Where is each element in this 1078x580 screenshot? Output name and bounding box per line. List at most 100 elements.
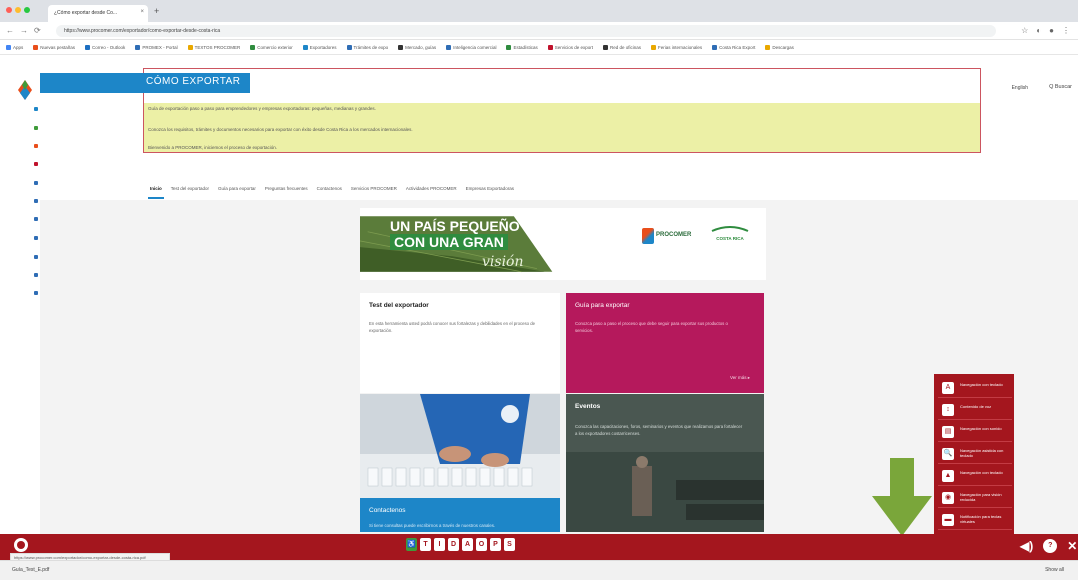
accessibility-menu-item[interactable]: ▤ Navegación con sonido	[938, 422, 1012, 442]
card-eventos[interactable]: Eventos Conozca las capacitaciones, foro…	[566, 394, 764, 532]
nav-item[interactable]: Preguntas frecuentes	[265, 186, 308, 191]
search-button[interactable]: Q Buscar	[1049, 84, 1072, 90]
accessibility-tool-button[interactable]: S	[504, 538, 515, 551]
bookmark-star-icon[interactable]: ☆	[1021, 26, 1028, 35]
rail-item-10[interactable]	[34, 273, 38, 277]
bookmark-item[interactable]: Comercio exterior	[250, 44, 293, 50]
procomer-mark-icon	[642, 228, 654, 244]
procomer-banner-logo: PROCOMER	[642, 226, 702, 248]
help-icon[interactable]: ?	[1043, 539, 1058, 553]
accessibility-option-label: Contenido de voz	[960, 404, 992, 409]
bookmark-item[interactable]: Servicios de export	[547, 44, 594, 50]
accessibility-menu-item[interactable]: ◉ Navegación para visión reducida	[938, 488, 1012, 508]
bookmark-item[interactable]: PROMEX - Portal	[135, 44, 178, 50]
rail-item-4[interactable]	[34, 162, 38, 166]
audio-icon[interactable]: ◀)	[1020, 539, 1033, 553]
accessibility-tool-button[interactable]: T	[420, 538, 431, 551]
url-field[interactable]: https://www.procomer.com/exportador/como…	[56, 25, 996, 37]
rail-item-9[interactable]	[34, 255, 38, 259]
bookmark-item[interactable]: Costa Rica Export	[712, 44, 755, 50]
accessibility-side-menu: A Navegación con teclado ↕ Contenido de voz…	[934, 374, 1014, 560]
accessibility-logo-icon[interactable]	[14, 538, 28, 552]
banner-line-3: visión	[482, 254, 524, 270]
bookmark-item[interactable]: Nuevas pestañas	[33, 44, 75, 50]
accessibility-menu-item[interactable]: ↕ Contenido de voz	[938, 400, 1012, 420]
bookmark-favicon-icon	[651, 44, 657, 50]
extension-icon[interactable]: ◐	[1036, 26, 1041, 35]
card-text: Si tiene consultas puede escribirnos a t…	[369, 523, 496, 528]
browser-tab[interactable]: ¿Cómo exportar desde Co... ×	[48, 5, 148, 22]
card-guia-exportar[interactable]: Guía para exportar Conozca paso a paso e…	[566, 293, 764, 393]
bookmark-favicon-icon	[346, 44, 352, 50]
bookmark-item[interactable]: Apps	[6, 44, 23, 50]
card-test-exportador[interactable]: Test del exportador En esta herramienta …	[360, 293, 560, 393]
download-item[interactable]: Guía_Test_E.pdf	[12, 567, 49, 573]
bookmarks-bar: Apps Nuevas pestañas Correo - Outlook PROME…	[0, 40, 1078, 55]
menu-icon[interactable]: ⋮	[1062, 26, 1070, 35]
accessibility-menu-item[interactable]: A Navegación con teclado	[938, 378, 1012, 398]
accessibility-option-icon: ◉	[942, 492, 954, 504]
accessibility-tool-button[interactable]: P	[490, 538, 501, 551]
card-more-link[interactable]: Ver más ▸	[730, 375, 750, 381]
events-photo-image	[566, 394, 764, 532]
nav-item[interactable]: Actividades PROCOMER	[406, 186, 457, 191]
accessibility-tool-button[interactable]: ♿	[406, 538, 417, 551]
accessibility-option-label: Notificación para teclas virtuales	[960, 514, 1002, 524]
nav-item[interactable]: Inicio	[150, 186, 162, 191]
bookmark-item[interactable]: Red de oficinas	[603, 44, 641, 50]
bookmark-item[interactable]: Estadísticas	[506, 44, 538, 50]
accessibility-tool-button[interactable]: I	[434, 538, 445, 551]
accessibility-menu-item[interactable]: 🔍 Navegación asistida con teclado	[938, 444, 1012, 464]
accessibility-option-icon: 🔍	[942, 448, 954, 460]
accessibility-menu-item[interactable]: ▬ Notificación para teclas virtuales	[938, 510, 1012, 530]
bookmark-item[interactable]: Trámites de expo	[346, 44, 388, 50]
bookmark-item[interactable]: Exportadores	[302, 44, 337, 50]
card-contactenos[interactable]: Contactenos Si tiene consultas puede esc…	[360, 498, 560, 532]
rail-item-1[interactable]	[34, 107, 38, 111]
nav-item[interactable]: Contactenos	[317, 186, 342, 191]
bookmark-item[interactable]: Descargas	[765, 44, 794, 50]
procomer-logo-icon[interactable]	[18, 80, 32, 100]
nav-item[interactable]: Servicios PROCOMER	[351, 186, 397, 191]
nav-item[interactable]: Test del exportador	[171, 186, 209, 191]
accessibility-menu-item[interactable]: ▲ Navegación con teclado	[938, 466, 1012, 486]
forward-button[interactable]: →	[20, 26, 28, 35]
window-controls[interactable]	[6, 7, 30, 13]
minimize-window-icon[interactable]	[15, 7, 21, 13]
hero-banner: UN PAÍS PEQUEÑO CON UNA GRAN visión PROC…	[360, 208, 766, 280]
bookmark-favicon-icon	[135, 44, 141, 50]
new-tab-button[interactable]: +	[154, 6, 159, 16]
close-window-icon[interactable]	[6, 7, 12, 13]
nav-item[interactable]: Guía para exportar	[218, 186, 256, 191]
nav-item[interactable]: Empresas Exportadoras	[466, 186, 514, 191]
rail-item-11[interactable]	[34, 291, 38, 295]
profile-icon[interactable]: ●	[1049, 26, 1054, 35]
accessibility-tool-button[interactable]: A	[462, 538, 473, 551]
bookmark-item[interactable]: TEXTOS PROCOMER	[187, 44, 240, 50]
close-icon[interactable]: ✕	[1067, 539, 1077, 553]
rail-item-3[interactable]	[34, 144, 38, 148]
show-all-downloads-button[interactable]: Show all	[1045, 567, 1064, 573]
tab-close-icon[interactable]: ×	[140, 9, 144, 15]
maximize-window-icon[interactable]	[24, 7, 30, 13]
rail-item-5[interactable]	[34, 181, 38, 185]
bookmark-label: Servicios de export	[554, 44, 594, 50]
language-link[interactable]: English	[1012, 85, 1028, 91]
back-button[interactable]: ←	[6, 26, 14, 35]
bookmark-item[interactable]: Mercado, guías	[398, 44, 436, 50]
bookmark-favicon-icon	[765, 44, 771, 50]
accessibility-option-label: Navegación con teclado	[960, 470, 1003, 475]
rail-item-8[interactable]	[34, 236, 38, 240]
accessibility-tool-button[interactable]: D	[448, 538, 459, 551]
rail-item-7[interactable]	[34, 217, 38, 221]
bookmark-item[interactable]: Correo - Outlook	[85, 44, 125, 50]
page-title: CÓMO EXPORTAR	[146, 76, 241, 87]
bookmark-label: Apps	[13, 44, 24, 50]
rail-item-2[interactable]	[34, 126, 38, 130]
bookmark-item[interactable]: Ferias internacionales	[651, 44, 702, 50]
bookmark-item[interactable]: Inteligencia comercial	[446, 44, 496, 50]
reload-button[interactable]: ⟳	[34, 26, 41, 35]
bookmark-favicon-icon	[33, 44, 39, 50]
accessibility-tool-button[interactable]: O	[476, 538, 487, 551]
rail-item-6[interactable]	[34, 199, 38, 203]
